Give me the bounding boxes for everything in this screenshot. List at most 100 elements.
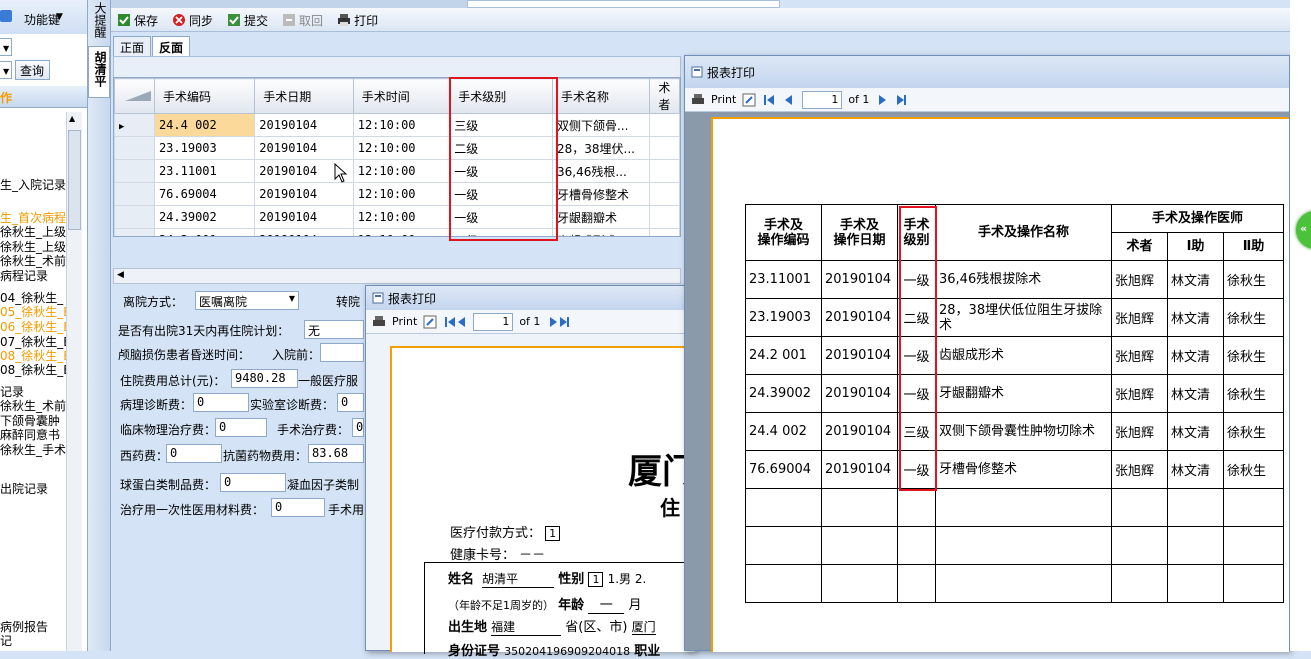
left-list-item[interactable]: 生_入院记录	[0, 178, 66, 193]
pathology-input[interactable]: 0	[193, 393, 249, 412]
printer-icon[interactable]	[372, 315, 386, 329]
total-cost-input[interactable]: 9480.28	[231, 369, 298, 388]
grid-header-cell[interactable]: 手术时间	[352, 78, 451, 114]
menu-icon[interactable]	[0, 10, 12, 22]
grid-cell[interactable]: 28，38埋伏...	[551, 136, 651, 160]
row-indicator[interactable]	[114, 136, 155, 160]
next-page-icon[interactable]	[875, 93, 909, 107]
row-indicator[interactable]: ▶	[114, 113, 155, 137]
grid-cell[interactable]: 12:10:00	[352, 228, 451, 236]
tab-front[interactable]: 正面	[113, 36, 152, 58]
page-number-input[interactable]: 1	[802, 90, 843, 109]
scroll-thumb[interactable]	[68, 130, 81, 230]
grid-cell[interactable]: 20190104	[254, 182, 354, 206]
left-list-item[interactable]: 徐秋生_手术	[0, 443, 66, 458]
grid-cell[interactable]: 24.4 002	[153, 113, 256, 137]
grid-row[interactable]: 76.69004 20190104 12:10:00 一级 牙槽骨修整术	[114, 182, 680, 206]
grid-cell[interactable]: 12:10:00	[352, 182, 451, 206]
left-list-item[interactable]: 生_首次病程记	[0, 211, 66, 226]
grid-cell[interactable]: 牙龈翻瓣术	[551, 205, 651, 229]
query-button[interactable]: 查询	[15, 60, 50, 80]
scroll-up-icon[interactable]: ▲	[69, 114, 75, 123]
left-list-item[interactable]: 麻醉同意书	[0, 428, 66, 443]
page-number-input[interactable]: 1	[473, 312, 514, 331]
left-list-item[interactable]: 05_徐秋生_E	[0, 305, 66, 320]
print-button[interactable]: 打印	[335, 9, 380, 31]
left-list-item[interactable]: 04_徐秋生_	[0, 291, 66, 306]
grid-header-cell[interactable]: 手术日期	[254, 78, 354, 114]
printer-icon[interactable]	[691, 93, 705, 107]
left-list-item[interactable]: 病程记录	[0, 269, 66, 284]
next-page-icon[interactable]	[546, 315, 570, 329]
grid-cell[interactable]: 12:10:00	[352, 205, 451, 229]
grid-cell[interactable]	[649, 113, 680, 137]
left-list-item[interactable]: 下颌骨囊肿	[0, 414, 66, 429]
row-indicator[interactable]	[114, 228, 155, 236]
grid-cell[interactable]: 20190104	[254, 228, 354, 236]
grid-row[interactable]: 23.19003 20190104 12:10:00 二级 28，38埋伏...	[114, 136, 680, 160]
grid-cell[interactable]	[649, 159, 680, 183]
grid-cell[interactable]: 24.2 001	[153, 228, 256, 236]
export-icon[interactable]	[423, 315, 437, 329]
cancel-button[interactable]: 取回	[280, 9, 325, 31]
grid-cell[interactable]	[649, 182, 680, 206]
grid-header-cell[interactable]: 术者	[649, 78, 680, 114]
surgery-fee-input[interactable]: 0	[352, 418, 364, 437]
print-button[interactable]: Print	[711, 93, 736, 106]
left-list-item[interactable]: 徐秋生_术前	[0, 399, 66, 414]
grid-cell[interactable]	[649, 205, 680, 229]
grid-cell[interactable]: 36,46残根...	[551, 159, 651, 183]
lab-input[interactable]: 0	[337, 393, 364, 412]
left-list-item[interactable]: 徐秋生_术前	[0, 254, 66, 269]
grid-cell[interactable]: 76.69004	[153, 182, 256, 206]
globulin-input[interactable]: 0	[220, 473, 286, 492]
grid-cell[interactable]	[649, 136, 680, 160]
disposable-input[interactable]: 0	[271, 498, 325, 517]
grid-header-cell[interactable]: 手术编码	[153, 78, 256, 114]
grid-cell[interactable]: 12:10:00	[352, 113, 451, 137]
left-list-item[interactable]: 06_徐秋生_E	[0, 320, 66, 335]
reminder-tab[interactable]: 大提醒	[92, 2, 109, 38]
discharge-method-select[interactable]: 医嘱离院 ▼	[195, 291, 299, 310]
grid-row[interactable]: 23.11001 20190104 12:10:00 一级 36,46残根...	[114, 159, 680, 183]
left-list-item[interactable]: 记	[0, 634, 66, 649]
grid-cell[interactable]	[649, 228, 680, 236]
left-list-item[interactable]: 病例报告	[0, 620, 66, 635]
grid-row[interactable]: 24.39002 20190104 12:10:00 一级 牙龈翻瓣术	[114, 205, 680, 229]
left-scrollbar[interactable]: ▲	[66, 112, 82, 651]
left-list-item[interactable]: 08_徐秋生_E	[0, 363, 66, 378]
left-tab[interactable]: 作	[0, 89, 12, 106]
grid-header-cell[interactable]: 手术名称	[551, 78, 651, 114]
chevron-down-icon[interactable]: ▼	[56, 12, 63, 22]
filter-dropdown-2[interactable]: ▼	[0, 61, 12, 79]
first-page-icon[interactable]	[762, 93, 796, 107]
admit-before-input[interactable]	[320, 343, 364, 362]
grid-cell[interactable]: 双侧下颌骨...	[551, 113, 651, 137]
grid-hscrollbar[interactable]: ◀	[113, 268, 681, 284]
save-button[interactable]: 保存	[115, 9, 160, 31]
western-input[interactable]: 0	[166, 444, 222, 463]
left-list-item[interactable]: 出院记录	[0, 482, 66, 497]
grid-cell[interactable]: 24.39002	[153, 205, 256, 229]
row-indicator[interactable]	[114, 182, 155, 206]
tab-back[interactable]: 反面	[152, 36, 191, 58]
grid-row[interactable]: 24.2 0012019010412:10:00一级齿龈成形术	[114, 228, 680, 236]
grid-cell[interactable]: 20190104	[254, 113, 354, 137]
row-indicator[interactable]	[114, 159, 155, 183]
row-indicator[interactable]	[114, 205, 155, 229]
grid-cell[interactable]: 23.19003	[153, 136, 256, 160]
left-list-item[interactable]: 徐秋生_上级	[0, 225, 66, 240]
grid-cell[interactable]: 牙槽骨修整术	[551, 182, 651, 206]
patient-tab[interactable]: 胡清平	[88, 46, 110, 98]
physio-input[interactable]: 0	[215, 418, 267, 437]
scroll-left-icon[interactable]: ◀	[117, 270, 124, 280]
left-list-item[interactable]: 徐秋生_上级	[0, 240, 66, 255]
grid-cell[interactable]: 20190104	[254, 136, 354, 160]
readmit-input[interactable]: 无	[304, 320, 364, 339]
submit-button[interactable]: 提交	[225, 9, 270, 31]
export-icon[interactable]	[742, 93, 756, 107]
sync-button[interactable]: 同步	[170, 9, 215, 31]
grid-cell[interactable]: 齿龈成形术	[551, 228, 651, 236]
filter-dropdown-1[interactable]: ▼	[0, 38, 12, 56]
first-page-icon[interactable]	[443, 315, 467, 329]
